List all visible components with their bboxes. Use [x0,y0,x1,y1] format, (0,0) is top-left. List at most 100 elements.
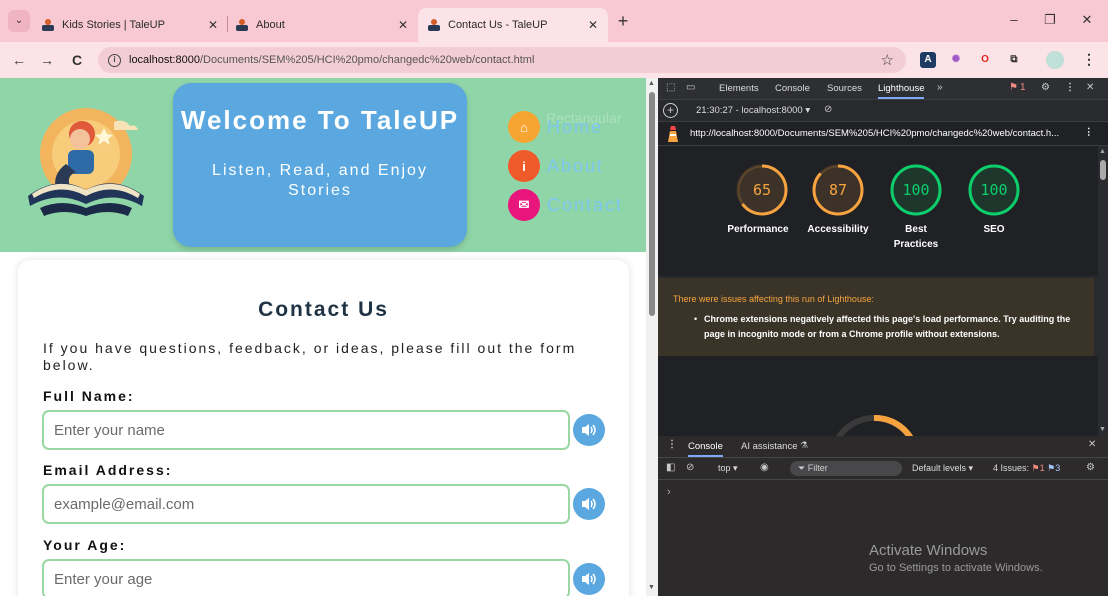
devtools-close-icon[interactable]: ✕ [1086,82,1094,93]
read-aloud-name-button[interactable] [573,414,605,446]
settings-gear-icon[interactable]: ⚙ [1041,82,1050,93]
filter-funnel-icon: ⏷ [798,463,806,473]
inspect-element-icon[interactable]: ⬚ [666,82,675,93]
opera-extension-icon[interactable]: O [977,52,993,68]
reload-button[interactable]: C [68,51,86,69]
tab-close-icon[interactable]: ✕ [588,18,598,32]
new-tab-button[interactable]: + [614,12,632,30]
devtools-tab-elements[interactable]: Elements [719,83,759,94]
site-favicon-icon [236,19,248,31]
score-gauge-accessibility[interactable]: 87 [810,162,866,218]
site-header: Welcome To TaleUP Listen, Read, and Enjo… [0,78,646,252]
devtools-scroll-thumb[interactable] [1100,160,1106,180]
drawer-tab-console[interactable]: Console [688,441,723,457]
device-toolbar-icon[interactable]: ▭ [686,82,695,93]
minimize-button[interactable]: – [1004,12,1024,27]
nav-home-link[interactable]: ⌂ Home [508,111,603,143]
devtools-tab-sources[interactable]: Sources [827,83,862,94]
back-button[interactable]: ← [10,51,28,69]
more-tabs-icon[interactable]: » [937,82,943,93]
devtools-tab-console[interactable]: Console [775,83,810,94]
tab-contact-us[interactable]: Contact Us - TaleUP ✕ [418,8,608,42]
profile-avatar[interactable] [1046,51,1064,69]
address-url: localhost:8000/Documents/SEM%205/HCI%20p… [129,54,534,66]
console-prompt[interactable]: › [667,486,671,498]
browser-menu-icon[interactable]: ⋮ [1082,51,1096,68]
lighthouse-logo-icon [668,126,678,142]
clear-reports-icon[interactable]: ⊘ [824,104,832,115]
bookmark-star-icon[interactable]: ☆ [881,51,894,69]
tab-title: Kids Stories | TaleUP [62,19,165,31]
full-name-label: Full Name: [43,388,135,404]
forward-button[interactable]: → [38,51,56,69]
site-info-icon[interactable]: i [108,53,121,67]
devtools-menu-icon[interactable]: ⋮ [1065,82,1075,93]
reading-child-logo [28,108,144,216]
scroll-up-icon[interactable]: ▲ [1099,148,1106,155]
drawer-close-icon[interactable]: ✕ [1088,439,1096,450]
info-issues-count: ⚑3 [1047,463,1061,473]
score-label-performance: Performance [727,224,789,235]
context-selector[interactable]: top ▾ [718,463,738,474]
eye-icon[interactable]: ◉ [760,462,769,473]
tab-about[interactable]: About ✕ [226,8,418,42]
log-levels-dropdown[interactable]: Default levels ▾ [912,463,973,474]
devtools-scrollbar[interactable]: ▲ ▼ [1098,146,1108,436]
clear-console-icon[interactable]: ⊘ [686,462,694,473]
translate-extension-icon[interactable]: A [920,52,936,68]
sidebar-toggle-icon[interactable]: ◧ [666,462,675,473]
score-ring: 100 [890,164,942,216]
warning-bullet: • [694,314,698,324]
flask-icon: ⚗ [800,440,809,450]
restore-button[interactable]: ❐ [1040,12,1060,28]
drawer-menu-icon[interactable]: ⋮ [667,439,677,450]
tab-kids-stories[interactable]: Kids Stories | TaleUP ✕ [32,8,228,42]
read-aloud-email-button[interactable] [573,488,605,520]
nav-about-link[interactable]: i About [508,150,604,182]
score-value: 100 [902,181,929,199]
score-gauge-performance[interactable]: 65 [734,162,790,218]
devtools-tab-lighthouse[interactable]: Lighthouse [878,83,925,99]
nav-contact-label: Contact [547,194,624,215]
nav-about-label: About [547,155,605,176]
tab-close-icon[interactable]: ✕ [208,18,218,32]
score-gauge-best-practices[interactable]: 100 [888,162,944,218]
scroll-down-icon[interactable]: ▼ [648,584,655,591]
score-gauge-seo[interactable]: 100 [966,162,1022,218]
new-report-plus-icon[interactable]: + [663,103,678,118]
report-selector[interactable]: 21:30:27 - localhost:8000 ▾ [696,105,810,116]
console-settings-gear-icon[interactable]: ⚙ [1086,462,1095,473]
site-favicon-icon [42,19,54,31]
tab-search-button[interactable]: ⌄ [8,10,30,32]
age-input[interactable] [42,559,570,596]
tab-title: About [256,19,285,31]
lighthouse-report-body [658,356,1098,436]
console-filter-input[interactable]: ⏷ Filter [790,461,902,476]
page-scrollbar[interactable]: ▲ ▼ [646,78,658,596]
nav-contact-link[interactable]: ✉ Contact [508,189,623,221]
report-menu-icon[interactable]: ⋮ [1084,127,1094,138]
scroll-up-icon[interactable]: ▲ [648,80,655,87]
browser-tab-strip: ⌄ Kids Stories | TaleUP ✕ About ✕ Contac… [0,0,1108,42]
web-page: Welcome To TaleUP Listen, Read, and Enjo… [0,78,646,596]
drawer-tab-bar: ⋮ Console AI assistance ⚗ ✕ [658,436,1108,458]
window-close-button[interactable]: ✕ [1077,12,1097,28]
address-bar[interactable]: i localhost:8000/Documents/SEM%205/HCI%2… [98,47,906,73]
read-aloud-age-button[interactable] [573,563,605,595]
issues-count[interactable]: 1 [1020,82,1026,93]
puzzle-extension-icon[interactable]: ⧉ [1006,52,1022,68]
tab-close-icon[interactable]: ✕ [398,18,408,32]
url-path: /Documents/SEM%205/HCI%20pmo/changedc%20… [199,54,535,66]
scroll-down-icon[interactable]: ▼ [1099,426,1106,433]
info-icon: i [508,150,540,182]
issues-flag-icon[interactable]: ⚑ [1009,82,1018,93]
email-input[interactable] [42,484,570,524]
ai-extension-icon[interactable]: ✺ [948,52,964,68]
full-name-input[interactable] [42,410,570,450]
issues-summary[interactable]: 4 Issues: ⚑1 ⚑3 [993,463,1060,474]
page-scroll-thumb[interactable] [649,92,655,316]
contact-heading: Contact Us [258,298,389,321]
lighthouse-report-url[interactable]: http://localhost:8000/Documents/SEM%205/… [690,128,1059,139]
drawer-tab-ai-assistance[interactable]: AI assistance [741,441,798,452]
age-label: Your Age: [43,537,127,553]
